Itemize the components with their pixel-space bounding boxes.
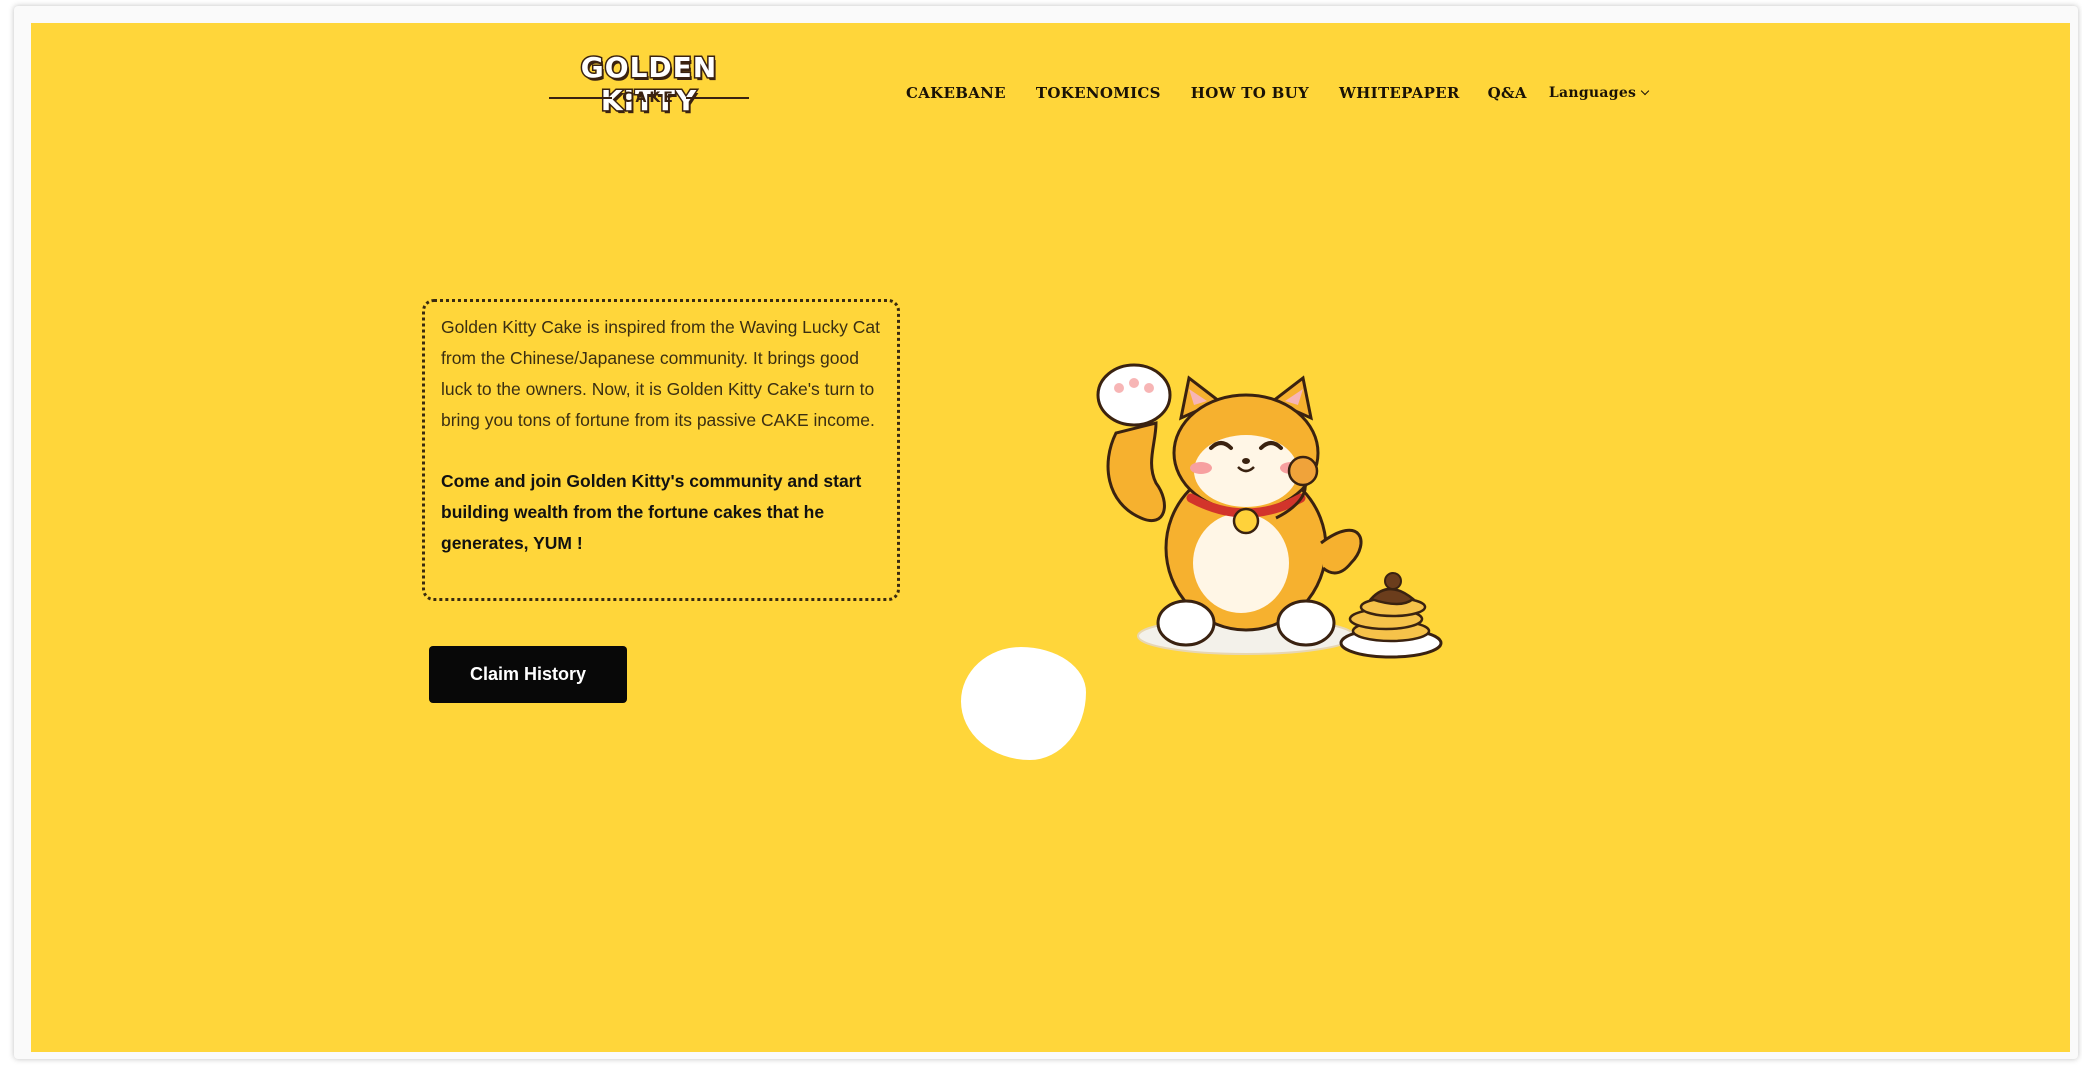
languages-label: Languages [1548,85,1637,101]
nav-cakebane[interactable]: CAKEBANE [906,84,1006,102]
nav-how-to-buy[interactable]: HOW TO BUY [1191,84,1309,102]
chevron-down-icon [1641,86,1650,96]
main-nav: CAKEBANE TOKENOMICS HOW TO BUY WHITEPAPE… [906,78,1650,108]
claim-history-button[interactable]: Claim History [429,646,627,703]
logo-wordmark: GOLDEN KITTY [579,50,718,119]
site-logo[interactable]: GOLDEN KITTY CAKE [541,50,757,119]
intro-description: Golden Kitty Cake is inspired from the W… [441,317,880,430]
logo-divider [549,97,613,99]
logo-subtitle: CAKE [622,90,676,106]
nav-qa[interactable]: Q&A [1488,84,1527,102]
logo-divider [685,97,749,99]
lucky-cat-mascot-icon [1096,363,1443,659]
languages-dropdown[interactable]: Languages [1548,85,1650,101]
nav-whitepaper[interactable]: WHITEPAPER [1339,84,1460,102]
intro-box: Golden Kitty Cake is inspired from the W… [422,299,900,601]
white-blob-shape [961,647,1086,760]
page: GOLDEN KITTY CAKE CAKEBANE TOKENOMICS HO… [31,23,2070,1052]
intro-call-to-action: Come and join Golden Kitty's community a… [441,471,862,553]
nav-tokenomics[interactable]: TOKENOMICS [1036,84,1161,102]
logo-sub: CAKE [549,89,749,107]
